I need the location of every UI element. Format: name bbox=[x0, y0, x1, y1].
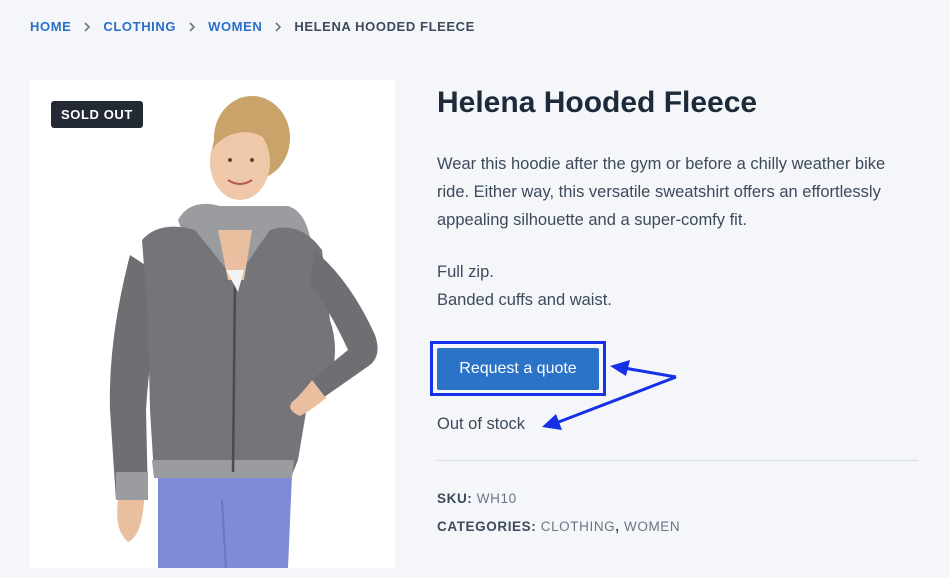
breadcrumb-women-link[interactable]: WOMEN bbox=[208, 19, 262, 34]
sku-row: SKU: WH10 bbox=[437, 491, 517, 506]
product-image[interactable]: SOLD OUT bbox=[30, 80, 395, 568]
categories-label: CATEGORIES: bbox=[437, 519, 537, 534]
arrow-head-icon bbox=[542, 414, 562, 430]
request-quote-button[interactable]: Request a quote bbox=[437, 348, 599, 390]
product-photo bbox=[109, 96, 378, 568]
stock-status: Out of stock bbox=[437, 415, 526, 433]
sold-out-badge: SOLD OUT bbox=[51, 101, 143, 128]
chevron-right-icon bbox=[83, 21, 91, 32]
categories-row: CATEGORIES: CLOTHING, WOMEN bbox=[437, 519, 680, 534]
breadcrumb-clothing-link[interactable]: CLOTHING bbox=[103, 19, 176, 34]
sku-label: SKU: bbox=[437, 491, 473, 506]
arrow-head-icon bbox=[610, 360, 630, 376]
arrow-to-button bbox=[623, 366, 677, 379]
breadcrumb-home-link[interactable]: HOME bbox=[30, 19, 71, 34]
chevron-right-icon bbox=[274, 21, 282, 32]
product-features: Full zip. Banded cuffs and waist. bbox=[437, 258, 612, 314]
category-link-women[interactable]: WOMEN bbox=[624, 519, 680, 534]
divider bbox=[437, 460, 918, 461]
category-link-clothing[interactable]: CLOTHING bbox=[541, 519, 616, 534]
feature-item: Banded cuffs and waist. bbox=[437, 291, 612, 309]
chevron-right-icon bbox=[188, 21, 196, 32]
sku-value: WH10 bbox=[476, 491, 517, 506]
feature-item: Full zip. bbox=[437, 263, 494, 281]
category-separator: , bbox=[615, 519, 620, 534]
breadcrumb-current: HELENA HOODED FLEECE bbox=[294, 19, 475, 34]
product-description: Wear this hoodie after the gym or before… bbox=[437, 155, 886, 229]
breadcrumb: HOME CLOTHING WOMEN HELENA HOODED FLEECE bbox=[30, 19, 475, 34]
product-title: Helena Hooded Fleece bbox=[437, 86, 758, 119]
